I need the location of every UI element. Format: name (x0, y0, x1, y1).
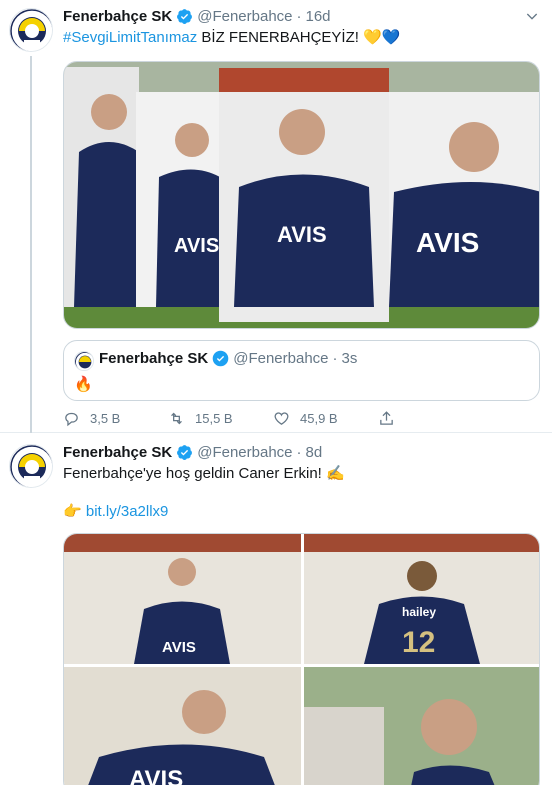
like-count: 45,9 B (300, 411, 338, 426)
fenerbahce-logo-icon (75, 352, 93, 370)
player-photo: hailey 12 (304, 534, 539, 664)
pointing-hand-emoji: 👉 (63, 503, 82, 520)
display-name[interactable]: Fenerbahçe SK (99, 350, 208, 367)
short-link[interactable]: bit.ly/3a2llx9 (86, 503, 169, 520)
tweet-text: #SevgiLimitTanımaz BİZ FENERBAHÇEYİZ! 💛💙 (63, 28, 540, 48)
hashtag-link[interactable]: #SevgiLimitTanımaz (63, 29, 197, 46)
shirt-sponsor: AVIS (416, 227, 479, 258)
handle[interactable]: @Fenerbahce (197, 444, 292, 461)
handle[interactable]: @Fenerbahce (233, 350, 328, 367)
chevron-down-icon[interactable] (524, 8, 540, 24)
tweet-header: Fenerbahçe SK @Fenerbahce · 16d (63, 6, 540, 26)
retweet-button[interactable]: 15,5 B (168, 410, 273, 427)
reply-button[interactable]: 3,5 B (63, 410, 168, 427)
shirt-number: 12 (402, 626, 435, 659)
avatar[interactable] (9, 8, 53, 52)
share-icon (380, 411, 393, 425)
fenerbahce-logo-icon (10, 9, 52, 51)
timestamp[interactable]: 3s (342, 350, 358, 367)
timestamp[interactable]: 8d (306, 444, 323, 461)
quoted-tweet[interactable]: Fenerbahçe SK @Fenerbahce · 3s 🔥 (63, 340, 540, 401)
media-photo-4[interactable] (304, 667, 539, 785)
tweet-text: Fenerbahçe'ye hoş geldin Caner Erkin! ✍️ (63, 464, 540, 484)
handle[interactable]: @Fenerbahce (197, 8, 292, 25)
timestamp[interactable]: 16d (306, 8, 331, 25)
separator: · (332, 350, 338, 367)
like-button[interactable]: 45,9 B (273, 410, 378, 427)
tweet-link-line: 👉 bit.ly/3a2llx9 (63, 502, 540, 522)
share-button[interactable] (378, 410, 483, 427)
tweet-media-image[interactable]: AVIS AVIS AVIS (63, 61, 540, 329)
reply-count: 3,5 B (90, 411, 121, 426)
shirt-sponsor: AVIS (174, 235, 219, 257)
tweet-header: Fenerbahçe SK @Fenerbahce · 8d (63, 442, 540, 462)
tweet-2[interactable]: Fenerbahçe SK @Fenerbahce · 8d Fenerbahç… (0, 433, 552, 785)
quote-text: 🔥 (74, 376, 93, 393)
reply-icon (65, 412, 78, 427)
tweet-actions: 3,5 B 15,5 B 45,9 B (63, 410, 483, 427)
media-photo-3[interactable]: AVIS (64, 667, 301, 785)
tweet-1[interactable]: Fenerbahçe SK @Fenerbahce · 16d #SevgiLi… (0, 0, 552, 433)
player-photo (304, 667, 539, 785)
heart-icon (274, 412, 289, 425)
verified-badge-icon (177, 8, 193, 24)
avatar[interactable] (74, 351, 94, 371)
thread-line (30, 56, 32, 433)
writing-hand-emoji: ✍️ (326, 465, 345, 482)
retweet-icon (171, 412, 182, 425)
avatar[interactable] (9, 444, 53, 488)
retweet-count: 15,5 B (195, 411, 233, 426)
player-photo: AVIS (64, 534, 301, 664)
separator: · (296, 7, 302, 25)
player-photo: AVIS (64, 667, 301, 785)
shirt-sponsor: AVIS (129, 766, 183, 785)
tweet-body: BİZ FENERBAHÇEYİZ! (201, 29, 359, 46)
display-name[interactable]: Fenerbahçe SK (63, 444, 172, 461)
fenerbahce-logo-icon (10, 445, 52, 487)
verified-badge-icon (177, 444, 193, 460)
media-photo-1[interactable]: AVIS (64, 534, 301, 664)
shirt-name: hailey (402, 605, 436, 619)
heart-emoji: 💛💙 (363, 29, 401, 46)
verified-badge-icon (212, 350, 229, 367)
player-photo-collage: AVIS AVIS AVIS (64, 62, 539, 328)
separator: · (296, 443, 302, 461)
tweet-body: Fenerbahçe'ye hoş geldin Caner Erkin! (63, 465, 322, 482)
shirt-sponsor: AVIS (277, 222, 327, 247)
tweet-media-grid: AVIS hailey 12 AVIS (63, 533, 540, 785)
media-photo-2[interactable]: hailey 12 (304, 534, 539, 664)
display-name[interactable]: Fenerbahçe SK (63, 8, 172, 25)
quote-header: Fenerbahçe SK @Fenerbahce · 3s (99, 350, 357, 367)
shirt-sponsor: AVIS (162, 639, 196, 656)
